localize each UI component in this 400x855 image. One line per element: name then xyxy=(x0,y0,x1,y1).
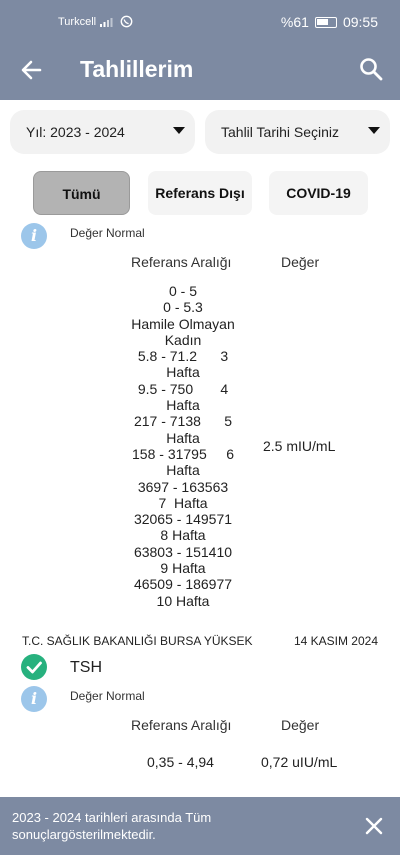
range-line: Hamile Olmayan xyxy=(131,315,235,332)
range-line: Hafta xyxy=(166,397,200,414)
range-line: 32065 - 149571 xyxy=(133,511,233,528)
chevron-down-icon xyxy=(368,127,380,134)
search-icon[interactable] xyxy=(358,56,384,82)
year-dropdown[interactable]: Yıl: 2023 - 2024 xyxy=(10,110,195,154)
range-line: 0 - 5 xyxy=(168,283,197,299)
range-line: Hafta xyxy=(166,364,200,381)
test-name: TSH xyxy=(70,659,102,676)
result-value: 2.5 mIU/mL xyxy=(263,438,336,454)
status-right: %61 09:55 xyxy=(281,14,378,30)
whatsapp-icon xyxy=(120,15,133,28)
status-left: Turkcell xyxy=(58,15,133,28)
range-line: 7 Hafta xyxy=(158,494,208,511)
chevron-down-icon xyxy=(173,127,185,134)
page-title: Tahlillerim xyxy=(80,56,194,82)
range-line: 3697 - 163563 xyxy=(137,478,229,495)
range-line: 5.8 - 71.2 3 xyxy=(137,348,229,365)
check-icon xyxy=(21,654,47,680)
battery-icon xyxy=(314,16,337,28)
reference-range-list: 0 - 5 0 - 5.3 Hamile Olmayan Kadın 5.8 -… xyxy=(120,283,246,609)
range-line: 9.5 - 750 4 xyxy=(137,380,229,397)
info-icon[interactable]: i xyxy=(21,686,47,712)
range-line: 217 - 7138 5 xyxy=(133,413,233,430)
range-line: 10 Hafta xyxy=(156,592,210,609)
range-line: 158 - 31795 6 xyxy=(132,445,234,462)
range-column-header: Referans Aralığı xyxy=(131,717,232,733)
result-status: Değer Normal xyxy=(70,226,145,240)
result-status: Değer Normal xyxy=(70,689,145,703)
checkmark-icon xyxy=(26,661,42,674)
filter-out-of-range-button[interactable]: Referans Dışı xyxy=(148,171,252,215)
snackbar: 2023 - 2024 tarihleri arasında Tüm sonuç… xyxy=(0,797,400,855)
filter-covid-button[interactable]: COVID-19 xyxy=(269,171,368,215)
signal-icon xyxy=(100,18,113,27)
range-line: Hafta xyxy=(166,429,200,446)
range-line: Hafta xyxy=(166,462,200,479)
date-dropdown-label: Tahlil Tarihi Seçiniz xyxy=(221,124,340,140)
date-dropdown[interactable]: Tahlil Tarihi Seçiniz xyxy=(205,110,390,154)
clock: 09:55 xyxy=(342,14,378,30)
range-line: 8 Hafta xyxy=(160,527,206,544)
value-column-header: Değer xyxy=(281,717,320,733)
snackbar-message: 2023 - 2024 tarihleri arasında Tüm sonuç… xyxy=(12,810,212,842)
range-line: Kadın xyxy=(164,331,202,348)
result-value: 0,72 uIU/mL xyxy=(261,754,338,770)
range-line: 46509 - 186977 xyxy=(133,576,233,593)
back-arrow-icon[interactable] xyxy=(18,56,46,84)
institution-name: T.C. SAĞLIK BAKANLIĞI BURSA YÜKSEK xyxy=(22,634,253,648)
range-line: 9 Hafta xyxy=(160,560,206,577)
range-line: 63803 - 151410 xyxy=(133,543,233,560)
range-line: 0 - 5.3 xyxy=(163,299,203,316)
filter-all-button[interactable]: Tümü xyxy=(33,171,130,215)
carrier-name: Turkcell xyxy=(58,15,97,28)
result-date: 14 KASIM 2024 xyxy=(293,634,378,648)
battery-percent: %61 xyxy=(280,14,309,30)
range-column-header: Referans Aralığı xyxy=(131,254,232,270)
reference-range: 0,35 - 4,94 xyxy=(147,754,214,770)
app-bar: Tahlillerim xyxy=(0,40,400,100)
status-bar: Turkcell %61 09:55 xyxy=(0,0,400,40)
close-icon[interactable] xyxy=(364,816,384,836)
info-icon[interactable]: i xyxy=(21,223,47,249)
year-dropdown-label: Yıl: 2023 - 2024 xyxy=(26,124,125,140)
value-column-header: Değer xyxy=(281,254,320,270)
